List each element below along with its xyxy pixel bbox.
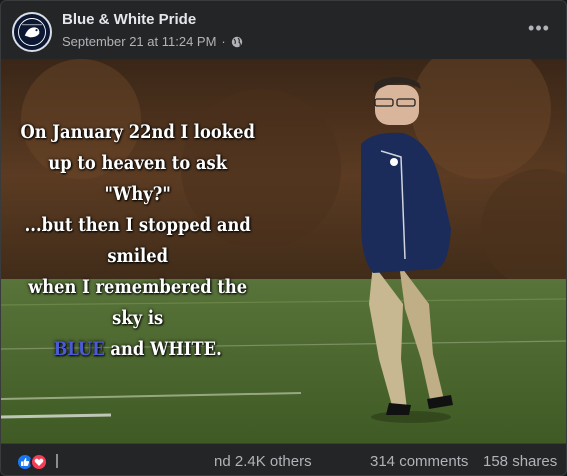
reactions-summary[interactable] bbox=[16, 453, 48, 471]
quote-and-word: and bbox=[110, 338, 145, 360]
page-name[interactable]: Blue & White Pride bbox=[62, 11, 196, 28]
facebook-post: Blue & White Pride September 21 at 11:24… bbox=[0, 0, 567, 476]
meta-separator: · bbox=[221, 34, 226, 49]
page-avatar[interactable] bbox=[12, 12, 52, 52]
avatar-logo-icon bbox=[14, 14, 50, 50]
text-cursor-bar bbox=[56, 454, 58, 468]
quote-line: On January 22nd I looked bbox=[20, 121, 255, 143]
shares-count[interactable]: 158 shares bbox=[483, 453, 557, 470]
post-timestamp[interactable]: September 21 at 11:24 PM bbox=[62, 34, 216, 49]
post-footer: nd 2.4K others 314 comments 158 shares bbox=[1, 443, 566, 475]
image-quote: On January 22nd I looked up to heaven to… bbox=[13, 117, 262, 365]
post-meta: September 21 at 11:24 PM · bbox=[62, 34, 243, 49]
reaction-count-text[interactable]: nd 2.4K others bbox=[214, 453, 312, 470]
globe-icon bbox=[231, 36, 243, 48]
quote-line: when I remembered the sky is bbox=[28, 276, 248, 329]
love-icon bbox=[30, 453, 48, 471]
more-options-icon[interactable]: ••• bbox=[526, 15, 552, 41]
post-image[interactable]: On January 22nd I looked up to heaven to… bbox=[1, 59, 566, 443]
quote-blue-word: BLUE bbox=[53, 338, 105, 360]
comments-count[interactable]: 314 comments bbox=[370, 453, 468, 470]
quote-line: ...but then I stopped and smiled bbox=[24, 214, 251, 267]
quote-period: . bbox=[216, 338, 222, 360]
quote-final-line: BLUE and WHITE. bbox=[13, 334, 262, 365]
quote-line: up to heaven to ask "Why?" bbox=[48, 152, 228, 205]
post-header: Blue & White Pride September 21 at 11:24… bbox=[1, 1, 566, 59]
quote-white-word: WHITE bbox=[150, 338, 217, 360]
